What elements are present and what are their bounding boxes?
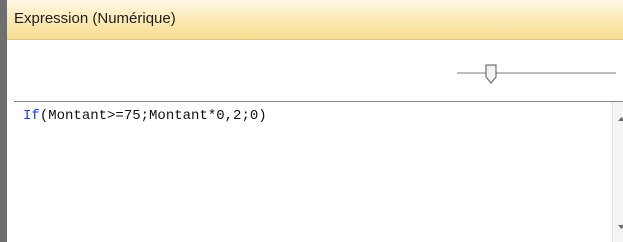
expression-body: (Montant>=75;Montant*0,2;0) [39, 108, 267, 124]
scroll-up-arrow-icon [618, 117, 623, 121]
slider-thumb-icon[interactable] [485, 64, 497, 84]
scroll-down-button[interactable] [613, 220, 623, 237]
vertical-scrollbar[interactable] [612, 102, 623, 242]
scroll-up-button[interactable] [613, 112, 623, 129]
slider-track [457, 64, 616, 84]
expression-keyword: If [23, 108, 40, 124]
scroll-down-arrow-icon [618, 225, 623, 229]
panel-title: Expression (Numérique) [14, 10, 176, 27]
expression-text[interactable]: If(Montant>=75;Montant*0,2;0) [23, 108, 267, 124]
expression-panel: Expression (Numérique) If(Montant>=75;Mo… [0, 0, 623, 242]
panel-titlebar: Expression (Numérique) [7, 0, 623, 40]
expression-editor[interactable]: If(Montant>=75;Montant*0,2;0) [14, 101, 623, 242]
zoom-slider[interactable] [457, 64, 616, 88]
